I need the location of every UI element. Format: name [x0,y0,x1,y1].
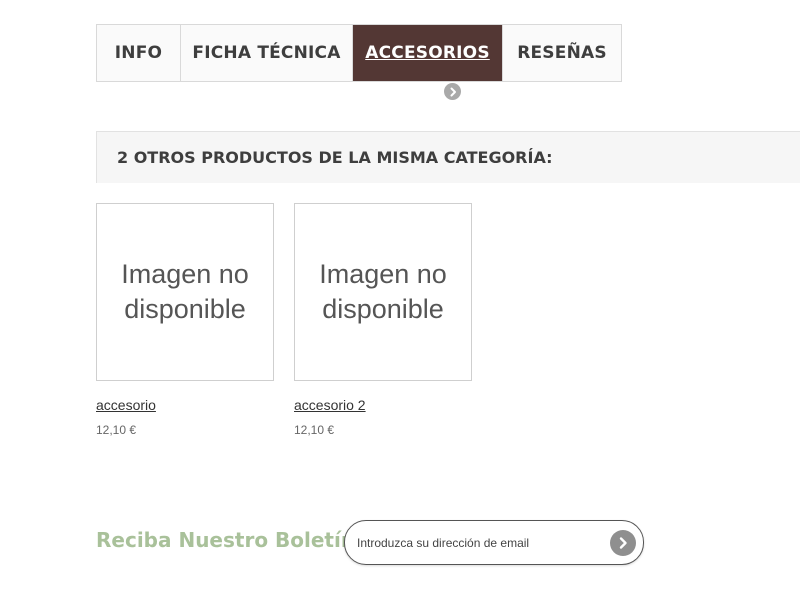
tab-accesorios[interactable]: ACCESORIOS [353,25,503,81]
product-name-link[interactable]: accesorio [96,397,156,413]
product-card: Imagen no disponible accesorio 2 12,10 € [294,203,472,437]
image-placeholder-text: Imagen no disponible [319,259,447,324]
chevron-right-icon [619,537,627,549]
product-image-placeholder[interactable]: Imagen no disponible [96,203,274,381]
newsletter-title: Reciba Nuestro Boletín [96,528,356,552]
chevron-right-icon [444,83,461,100]
product-price: 12,10 € [294,423,335,437]
email-input[interactable] [357,531,597,555]
product-tabs: INFO FICHA TÉCNICA ACCESORIOS RESEÑAS [96,24,622,82]
product-name-link[interactable]: accesorio 2 [294,397,366,413]
newsletter-form [344,520,644,565]
product-image-placeholder[interactable]: Imagen no disponible [294,203,472,381]
tab-info[interactable]: INFO [97,25,181,81]
section-heading: 2 OTROS PRODUCTOS DE LA MISMA CATEGORÍA: [96,131,800,183]
tab-ficha-tecnica[interactable]: FICHA TÉCNICA [181,25,353,81]
product-price: 12,10 € [96,423,137,437]
product-card: Imagen no disponible accesorio 12,10 € [96,203,274,437]
tab-resenas[interactable]: RESEÑAS [503,25,621,81]
newsletter-submit-button[interactable] [610,530,636,556]
image-placeholder-text: Imagen no disponible [121,259,249,324]
